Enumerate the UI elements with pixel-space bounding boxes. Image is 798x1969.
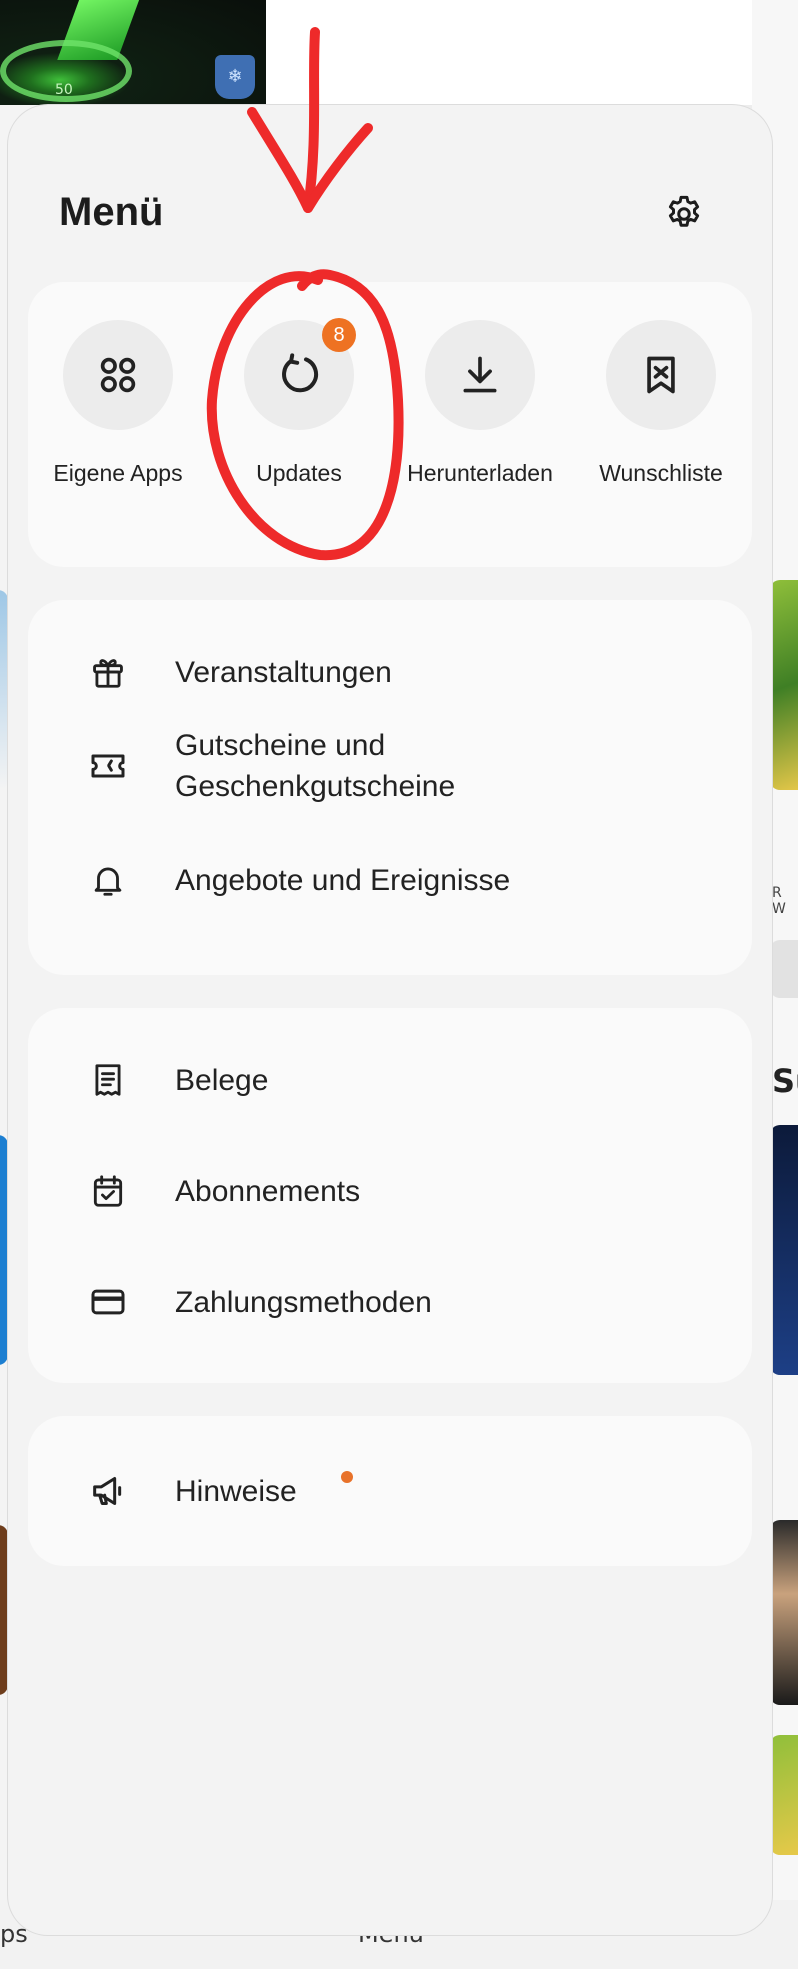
menu-item-vouchers[interactable]: Gutscheine und Geschenkgutscheine xyxy=(28,718,752,814)
menu-item-label-line1: Gutscheine und xyxy=(175,729,386,762)
background-app-tile[interactable] xyxy=(770,580,798,790)
gear-icon xyxy=(668,195,700,227)
background-app-tile[interactable] xyxy=(0,590,8,790)
menu-sheet: Menü Eigene Apps 8 Updates Herunterladen… xyxy=(8,105,772,1935)
background-app-tile[interactable] xyxy=(0,1525,8,1695)
new-indicator-dot xyxy=(341,1471,353,1483)
quick-action-wishlist[interactable]: Wunschliste xyxy=(571,320,751,520)
megaphone-icon xyxy=(88,1471,128,1511)
background-app-tile[interactable] xyxy=(770,1735,798,1855)
my-apps-circle xyxy=(63,320,173,430)
snowflake-badge-icon: ❄ xyxy=(215,55,255,99)
menu-item-notices[interactable]: Hinweise xyxy=(28,1461,752,1521)
settings-button[interactable] xyxy=(659,189,709,239)
menu-item-offers-events[interactable]: Angebote und Ereignisse xyxy=(28,850,752,910)
background-app-tile[interactable] xyxy=(770,1520,798,1705)
screen: 50 ❄ R W Su ps Menü Menü xyxy=(0,0,798,1969)
ticket-icon xyxy=(88,746,128,786)
updates-circle: 8 xyxy=(244,318,356,430)
quick-action-label: Herunterladen xyxy=(407,460,553,486)
account-card: Belege Abonnements Zahlungsmethoden xyxy=(28,1008,752,1383)
download-icon xyxy=(463,356,497,393)
page-title: Menü xyxy=(59,190,164,234)
gift-icon xyxy=(88,652,128,692)
menu-item-subscriptions[interactable]: Abonnements xyxy=(28,1161,752,1221)
menu-header: Menü xyxy=(8,105,772,275)
wishlist-bookmark-icon xyxy=(647,356,675,394)
calendar-check-icon xyxy=(88,1171,128,1211)
updates-count-badge: 8 xyxy=(322,318,356,352)
quick-action-download[interactable]: Herunterladen xyxy=(390,320,570,520)
background-section-title: Su xyxy=(772,1062,798,1100)
menu-item-label: Veranstaltungen xyxy=(175,656,392,689)
credit-card-icon xyxy=(88,1282,128,1322)
offers-card: Veranstaltungen Gutscheine und Geschenkg… xyxy=(28,600,752,975)
apps-grid-icon xyxy=(100,357,136,393)
background-text-fragment: R W xyxy=(772,885,786,917)
quick-action-updates[interactable]: 8 Updates xyxy=(209,318,389,520)
menu-item-receipts[interactable]: Belege xyxy=(28,1050,752,1110)
notices-card: Hinweise xyxy=(28,1416,752,1566)
quick-action-label: Wunschliste xyxy=(599,460,723,486)
bell-icon xyxy=(88,860,128,900)
menu-item-label: Belege xyxy=(175,1064,269,1097)
quick-action-my-apps[interactable]: Eigene Apps xyxy=(28,320,208,520)
download-circle xyxy=(425,320,535,430)
wishlist-circle xyxy=(606,320,716,430)
menu-item-label: Angebote und Ereignisse xyxy=(175,864,511,897)
quick-actions-card: Eigene Apps 8 Updates Herunterladen Wuns… xyxy=(28,282,752,567)
background-chip[interactable] xyxy=(770,940,798,998)
update-icon xyxy=(282,353,319,393)
menu-item-label: Hinweise xyxy=(175,1475,297,1508)
game-level-text: 50 xyxy=(55,82,73,98)
menu-item-payment-methods[interactable]: Zahlungsmethoden xyxy=(28,1272,752,1332)
menu-item-events[interactable]: Veranstaltungen xyxy=(28,642,752,702)
background-app-tile[interactable] xyxy=(770,1125,798,1375)
receipt-icon xyxy=(88,1060,128,1100)
quick-action-label: Eigene Apps xyxy=(53,460,183,486)
background-header xyxy=(266,0,752,105)
menu-item-label: Abonnements xyxy=(175,1175,361,1208)
menu-item-label-line2: Geschenkgutscheine xyxy=(175,770,456,803)
menu-item-label: Zahlungsmethoden xyxy=(175,1286,432,1319)
background-app-tile[interactable] xyxy=(0,1135,8,1365)
quick-action-label: Updates xyxy=(256,460,342,486)
